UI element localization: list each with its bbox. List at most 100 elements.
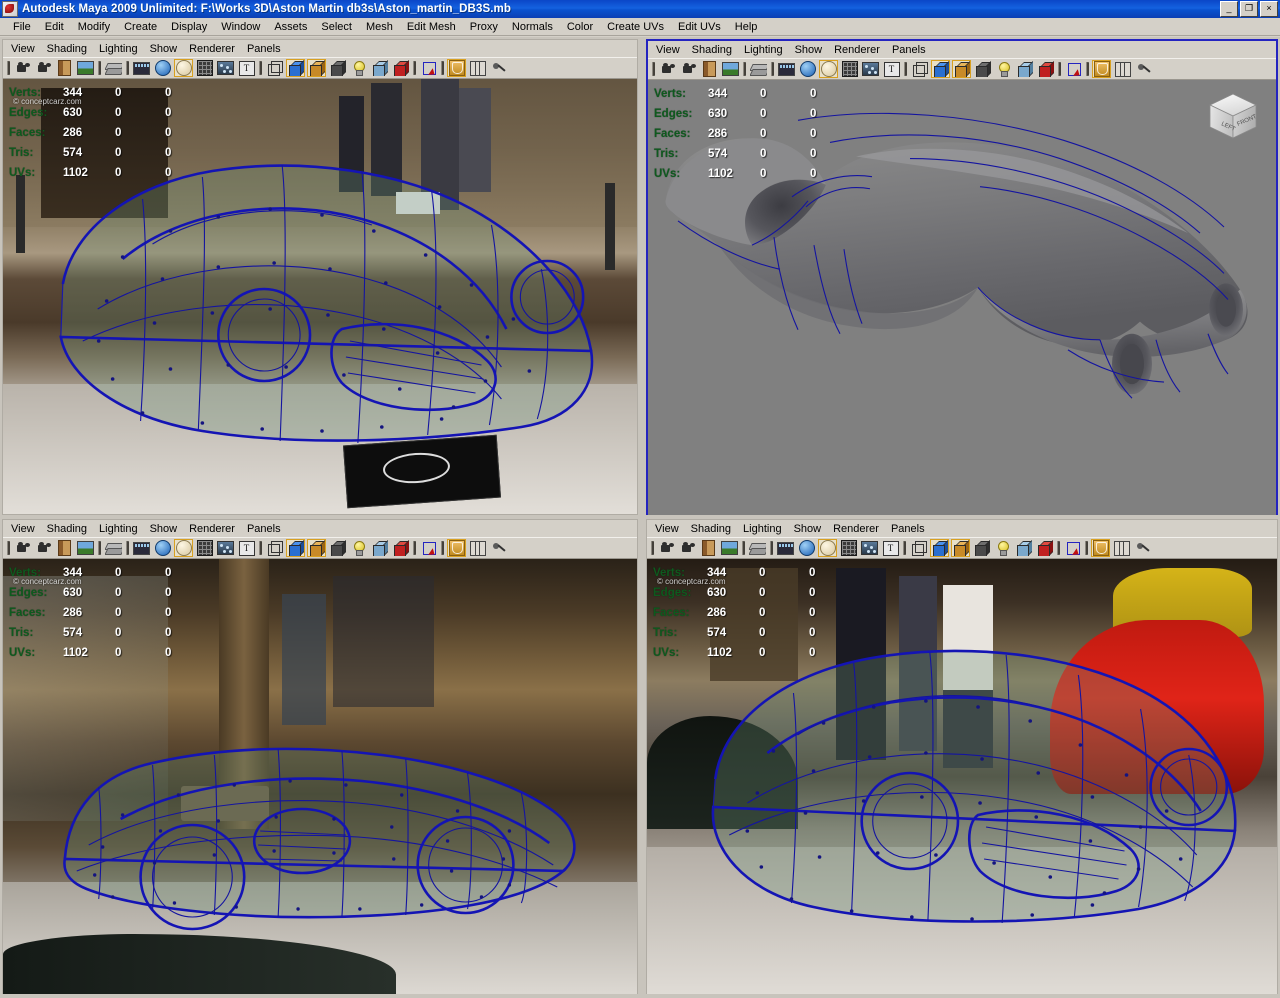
panel-menu-item-show[interactable]: Show [795, 44, 831, 56]
panel-menu-item-panels[interactable]: Panels [247, 523, 289, 535]
image-plane-icon[interactable] [76, 59, 95, 77]
film-gate-icon[interactable] [776, 539, 795, 557]
smooth-shade-textured-icon[interactable] [952, 60, 971, 78]
xray-joints-icon[interactable] [1112, 539, 1131, 557]
film-gate-icon[interactable] [132, 539, 151, 557]
panel-menu-item-shading[interactable]: Shading [691, 523, 739, 535]
isolate-select-icon[interactable] [1063, 539, 1082, 557]
xray-shading-icon[interactable] [447, 59, 466, 77]
shade-options-icon[interactable] [328, 59, 347, 77]
isolate-select-icon[interactable] [1064, 60, 1083, 78]
panel-menu-item-view[interactable]: View [11, 43, 43, 55]
select-camera-icon[interactable] [13, 539, 32, 557]
smooth-shade-textured-icon[interactable] [951, 539, 970, 557]
use-all-lights-icon[interactable] [993, 539, 1012, 557]
lighting-tool-icon[interactable] [489, 539, 508, 557]
particles-icon[interactable] [216, 539, 235, 557]
xray-joints-icon[interactable] [468, 59, 487, 77]
panel-menu-item-view[interactable]: View [655, 523, 687, 535]
resolution-gate-icon[interactable] [797, 539, 816, 557]
panel-menu-item-show[interactable]: Show [150, 43, 186, 55]
close-button[interactable]: × [1260, 1, 1278, 17]
particles-icon[interactable] [216, 59, 235, 77]
shadows-icon[interactable] [370, 59, 389, 77]
isolate-select-icon[interactable] [419, 59, 438, 77]
shadows-icon[interactable] [1014, 539, 1033, 557]
film-gate-icon[interactable] [777, 60, 796, 78]
smooth-shade-all-icon[interactable] [286, 59, 305, 77]
viewport-panel-bottom-right[interactable]: ViewShadingLightingShowRendererPanels T [646, 519, 1278, 996]
panel-menu-item-shading[interactable]: Shading [47, 43, 95, 55]
viewport-panel-top-right[interactable]: ViewShadingLightingShowRendererPanels T [646, 39, 1278, 515]
particles-icon[interactable] [861, 60, 880, 78]
viewport-canvas-bottom-left[interactable]: © conceptcarz.com Verts:34400Edges:63000… [3, 559, 637, 995]
high-quality-render-icon[interactable] [391, 59, 410, 77]
grid-toggle-icon[interactable] [195, 539, 214, 557]
main-menu-item-color[interactable]: Color [560, 20, 600, 34]
main-menu-item-normals[interactable]: Normals [505, 20, 560, 34]
two-d-pan-zoom-icon[interactable] [748, 539, 767, 557]
high-quality-render-icon[interactable] [1036, 60, 1055, 78]
panel-menu-item-show[interactable]: Show [150, 523, 186, 535]
bookmark-icon[interactable] [699, 539, 718, 557]
main-menu-item-proxy[interactable]: Proxy [463, 20, 505, 34]
text-overlay-icon[interactable]: T [237, 539, 256, 557]
panel-menu-item-view[interactable]: View [656, 44, 688, 56]
wireframe-shading-icon[interactable] [265, 539, 284, 557]
panel-menu-item-panels[interactable]: Panels [247, 43, 289, 55]
use-all-lights-icon[interactable] [349, 539, 368, 557]
xray-joints-icon[interactable] [1113, 60, 1132, 78]
viewport-canvas-top-left[interactable]: © conceptcarz.com Verts:34400Edges:63000… [3, 79, 637, 514]
gate-mask-icon[interactable] [819, 60, 838, 78]
main-menu-item-help[interactable]: Help [728, 20, 765, 34]
shade-options-icon[interactable] [973, 60, 992, 78]
grid-toggle-icon[interactable] [195, 59, 214, 77]
two-d-pan-zoom-icon[interactable] [104, 59, 123, 77]
main-menu-item-select[interactable]: Select [314, 20, 359, 34]
view-cube[interactable]: LEFT FRONT [1202, 88, 1264, 146]
panel-menu-item-panels[interactable]: Panels [891, 523, 933, 535]
lighting-tool-icon[interactable] [1133, 539, 1152, 557]
panel-menu-item-view[interactable]: View [11, 523, 43, 535]
main-menu-item-create-uvs[interactable]: Create UVs [600, 20, 671, 34]
xray-joints-icon[interactable] [468, 539, 487, 557]
bookmark-icon[interactable] [55, 59, 74, 77]
particles-icon[interactable] [860, 539, 879, 557]
panel-menu-item-lighting[interactable]: Lighting [99, 523, 146, 535]
smooth-shade-textured-icon[interactable] [307, 59, 326, 77]
lighting-tool-icon[interactable] [1134, 60, 1153, 78]
panel-menu-item-show[interactable]: Show [794, 523, 830, 535]
camera-attributes-icon[interactable] [34, 59, 53, 77]
smooth-shade-all-icon[interactable] [931, 60, 950, 78]
image-plane-icon[interactable] [721, 60, 740, 78]
main-menu-item-display[interactable]: Display [164, 20, 214, 34]
camera-attributes-icon[interactable] [34, 539, 53, 557]
smooth-shade-textured-icon[interactable] [307, 539, 326, 557]
text-overlay-icon[interactable]: T [882, 60, 901, 78]
panel-menu-item-renderer[interactable]: Renderer [834, 44, 888, 56]
xray-shading-icon[interactable] [1091, 539, 1110, 557]
main-menu-item-edit[interactable]: Edit [38, 20, 71, 34]
main-menu-item-file[interactable]: File [6, 20, 38, 34]
shadows-icon[interactable] [370, 539, 389, 557]
resolution-gate-icon[interactable] [153, 59, 172, 77]
main-menu-item-edit-mesh[interactable]: Edit Mesh [400, 20, 463, 34]
image-plane-icon[interactable] [720, 539, 739, 557]
grid-toggle-icon[interactable] [840, 60, 859, 78]
gate-mask-icon[interactable] [174, 539, 193, 557]
use-all-lights-icon[interactable] [349, 59, 368, 77]
shadows-icon[interactable] [1015, 60, 1034, 78]
viewport-canvas-bottom-right[interactable]: © conceptcarz.com Verts:34400Edges:63000… [647, 559, 1277, 995]
main-menu-item-modify[interactable]: Modify [71, 20, 117, 34]
isolate-select-icon[interactable] [419, 539, 438, 557]
high-quality-render-icon[interactable] [1035, 539, 1054, 557]
wireframe-shading-icon[interactable] [910, 60, 929, 78]
gate-mask-icon[interactable] [174, 59, 193, 77]
minimize-button[interactable]: _ [1220, 1, 1238, 17]
high-quality-render-icon[interactable] [391, 539, 410, 557]
main-menu-item-create[interactable]: Create [117, 20, 164, 34]
main-menu-item-window[interactable]: Window [214, 20, 267, 34]
image-plane-icon[interactable] [76, 539, 95, 557]
camera-attributes-icon[interactable] [679, 60, 698, 78]
panel-menu-item-shading[interactable]: Shading [692, 44, 740, 56]
